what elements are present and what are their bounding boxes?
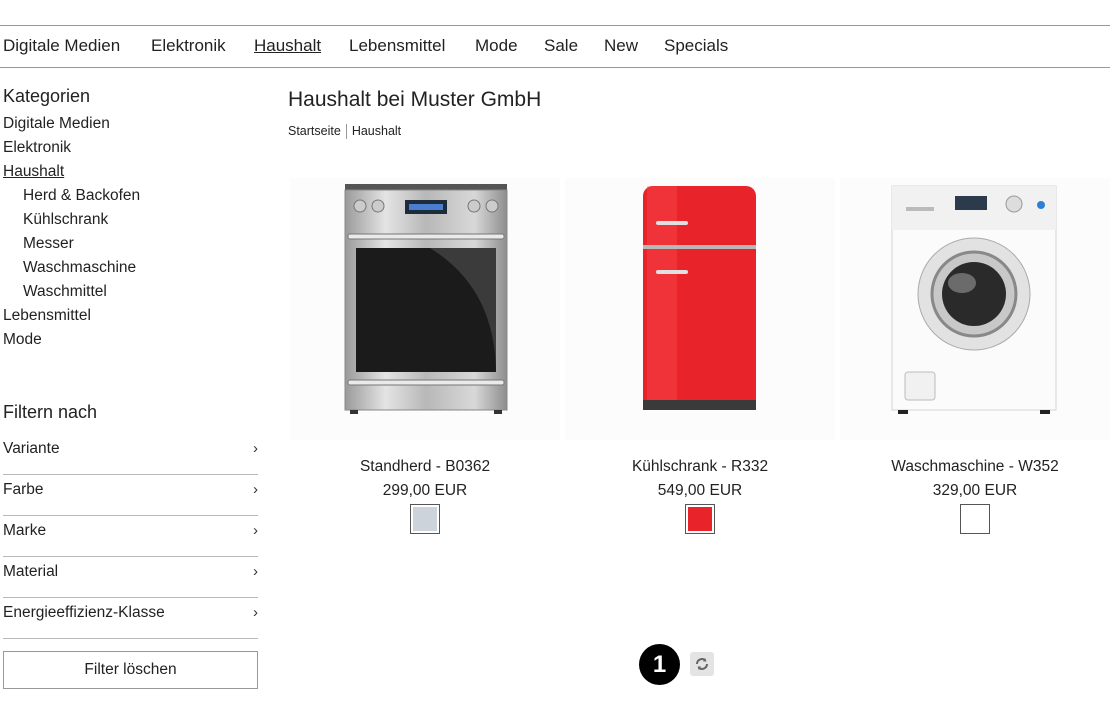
- nav-item-digitale-medien[interactable]: Digitale Medien: [3, 36, 120, 56]
- page-number-badge[interactable]: 1: [639, 644, 680, 685]
- sidebar: Kategorien Digitale Medien Elektronik Ha…: [3, 86, 258, 689]
- filter-farbe[interactable]: Farbe ›: [3, 475, 258, 516]
- color-swatch[interactable]: [960, 504, 990, 534]
- swatch-fill: [963, 507, 987, 531]
- product-price: 329,00 EUR: [932, 482, 1018, 499]
- product-name[interactable]: Standherd - B0362: [290, 458, 560, 476]
- page-title: Haushalt bei Muster GmbH: [288, 88, 542, 111]
- category-waschmaschine[interactable]: Waschmaschine: [3, 259, 258, 283]
- filter-heading: Filtern nach: [3, 402, 98, 422]
- filter-label: Farbe: [3, 481, 44, 498]
- category-messer[interactable]: Messer: [3, 235, 258, 259]
- category-herd-backofen[interactable]: Herd & Backofen: [3, 187, 258, 211]
- chevron-right-icon: ›: [253, 440, 258, 457]
- product-price: 549,00 EUR: [657, 482, 743, 499]
- breadcrumb: Startseite Haushalt: [288, 124, 402, 140]
- top-navigation: Digitale Medien Elektronik Haushalt Lebe…: [0, 25, 1110, 68]
- nav-item-sale[interactable]: Sale: [544, 36, 578, 56]
- category-haushalt[interactable]: Haushalt: [3, 163, 258, 187]
- category-digitale-medien[interactable]: Digitale Medien: [3, 115, 258, 139]
- category-list: Digitale Medien Elektronik Haushalt Herd…: [3, 115, 258, 355]
- filter-label: Material: [3, 563, 59, 580]
- filter-variante[interactable]: Variante ›: [3, 434, 258, 475]
- swatch-fill: [413, 507, 437, 531]
- filter-label: Energieeffizienz-Klasse: [3, 604, 165, 621]
- category-kuehlschrank[interactable]: Kühlschrank: [3, 211, 258, 235]
- product-name[interactable]: Kühlschrank - R332: [565, 458, 835, 476]
- fridge-image[interactable]: [565, 178, 835, 440]
- oven-image[interactable]: [290, 178, 560, 440]
- clear-filters-button[interactable]: Filter löschen: [3, 651, 258, 689]
- category-mode[interactable]: Mode: [3, 331, 258, 355]
- chevron-right-icon: ›: [253, 522, 258, 539]
- filter-label: Variante: [3, 440, 60, 457]
- swatch-fill: [688, 507, 712, 531]
- color-swatch[interactable]: [410, 504, 440, 534]
- color-swatch[interactable]: [685, 504, 715, 534]
- nav-item-lebensmittel[interactable]: Lebensmittel: [349, 36, 445, 56]
- product-name[interactable]: Waschmaschine - W352: [840, 458, 1110, 476]
- filter-marke[interactable]: Marke ›: [3, 516, 258, 557]
- filter-list: Variante › Farbe › Marke › Material › En…: [3, 434, 258, 639]
- filter-energieeffizienz-klasse[interactable]: Energieeffizienz-Klasse ›: [3, 598, 258, 639]
- nav-item-elektronik[interactable]: Elektronik: [151, 36, 226, 56]
- category-waschmittel[interactable]: Waschmittel: [3, 283, 258, 307]
- product-card: Waschmaschine - W352 329,00 EUR: [840, 178, 1110, 534]
- breadcrumb-separator: [345, 124, 347, 140]
- nav-item-new[interactable]: New: [604, 36, 638, 56]
- product-card: Kühlschrank - R332 549,00 EUR: [565, 178, 835, 534]
- chevron-right-icon: ›: [253, 604, 258, 621]
- breadcrumb-home[interactable]: Startseite: [288, 124, 341, 138]
- washing-machine-image[interactable]: [840, 178, 1110, 440]
- categories-heading: Kategorien: [3, 86, 91, 106]
- filter-material[interactable]: Material ›: [3, 557, 258, 598]
- nav-item-mode[interactable]: Mode: [475, 36, 518, 56]
- nav-item-specials[interactable]: Specials: [664, 36, 728, 56]
- chevron-right-icon: ›: [253, 481, 258, 498]
- breadcrumb-current: Haushalt: [351, 124, 402, 138]
- category-elektronik[interactable]: Elektronik: [3, 139, 258, 163]
- product-price: 299,00 EUR: [382, 482, 468, 499]
- chevron-right-icon: ›: [253, 563, 258, 580]
- filter-label: Marke: [3, 522, 47, 539]
- reload-icon[interactable]: [690, 652, 714, 676]
- category-lebensmittel[interactable]: Lebensmittel: [3, 307, 258, 331]
- product-card: Standherd - B0362 299,00 EUR: [290, 178, 560, 534]
- nav-item-haushalt[interactable]: Haushalt: [254, 36, 321, 56]
